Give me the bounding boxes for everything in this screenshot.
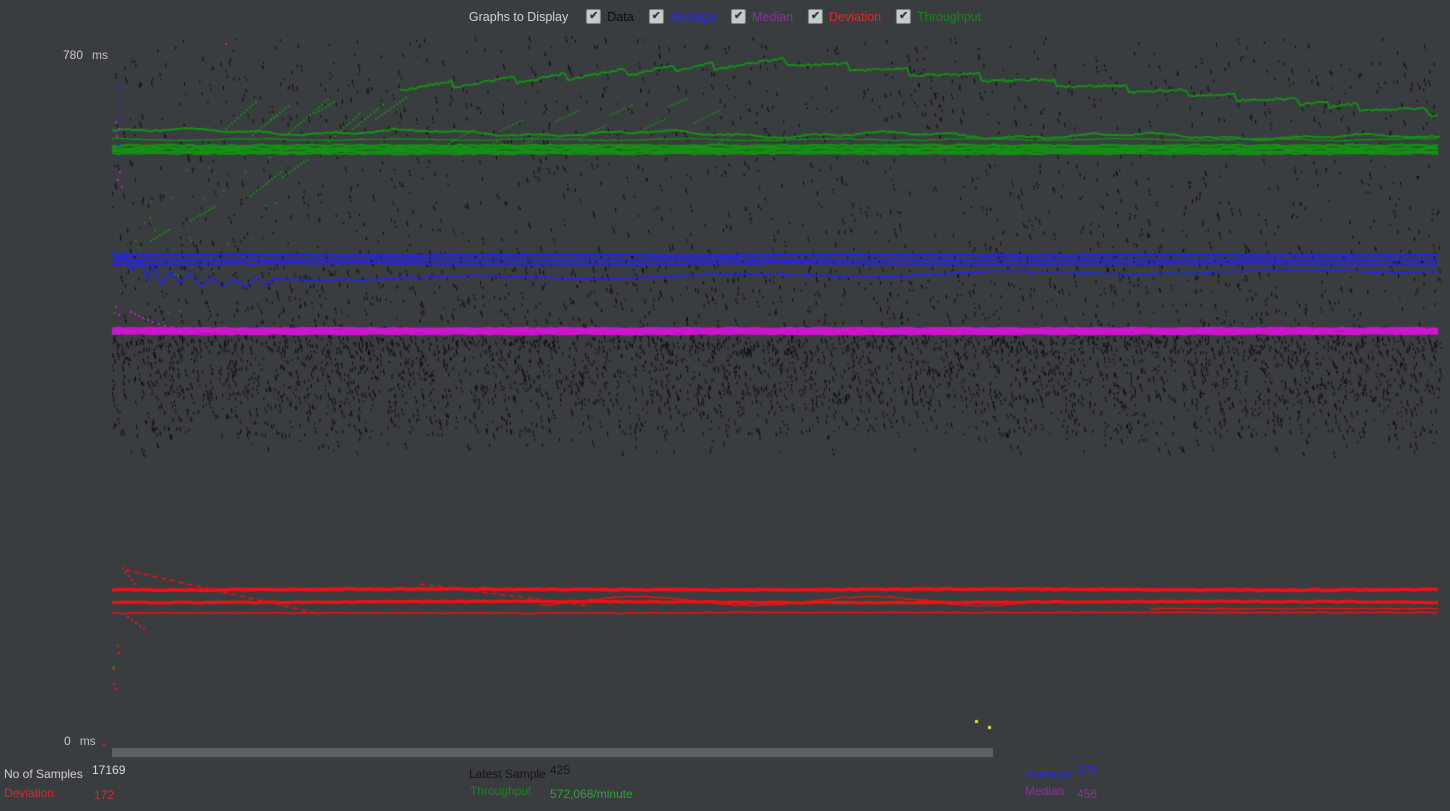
no-of-samples-label: No of Samples: [4, 767, 83, 781]
graph-plot-canvas: [0, 0, 1450, 811]
y-axis-min-value: 0: [64, 734, 71, 748]
graphs-to-display-bar: Graphs to Display ✔ Data ✔ Average ✔ Med…: [469, 9, 981, 24]
check-icon: ✔: [899, 11, 908, 22]
average-label: Average: [1025, 767, 1069, 781]
y-axis-max-value: 780: [63, 48, 83, 62]
median-label: Median: [1025, 784, 1064, 798]
check-icon: ✔: [734, 11, 743, 22]
graph-results-window: Graphs to Display ✔ Data ✔ Average ✔ Med…: [0, 0, 1450, 811]
median-value: 456: [1077, 787, 1097, 801]
checkbox-data[interactable]: ✔ Data: [586, 9, 633, 24]
throughput-value: 572,068/minute: [550, 787, 633, 801]
deviation-checkbox-box[interactable]: ✔: [808, 9, 823, 24]
data-checkbox-box[interactable]: ✔: [586, 9, 601, 24]
latest-sample-label: Latest Sample: [469, 767, 546, 781]
checkbox-deviation[interactable]: ✔ Deviation: [808, 9, 881, 24]
check-icon: ✔: [589, 11, 598, 22]
check-icon: ✔: [652, 11, 661, 22]
y-axis-min-label: 0 ms: [64, 734, 96, 748]
average-checkbox-box[interactable]: ✔: [649, 9, 664, 24]
checkbox-throughput[interactable]: ✔ Throughput: [896, 9, 981, 24]
deviation-label: Deviation: [4, 786, 54, 800]
deviation-checkbox-label: Deviation: [829, 10, 881, 24]
average-value: 539: [1077, 763, 1097, 777]
deviation-value: 172: [94, 788, 114, 802]
graphs-to-display-label: Graphs to Display: [469, 10, 568, 24]
y-axis-unit: ms: [80, 734, 96, 748]
average-checkbox-label: Average: [670, 10, 716, 24]
no-of-samples-value: 17169: [92, 763, 125, 777]
throughput-label: Throughput: [470, 784, 531, 798]
checkbox-median[interactable]: ✔ Median: [731, 9, 793, 24]
checkbox-average[interactable]: ✔ Average: [649, 9, 716, 24]
median-checkbox-box[interactable]: ✔: [731, 9, 746, 24]
y-axis-max-label: 780 ms: [63, 48, 108, 62]
throughput-checkbox-label: Throughput: [917, 10, 981, 24]
horizontal-scrollbar[interactable]: [112, 748, 993, 757]
data-checkbox-label: Data: [607, 10, 633, 24]
y-axis-unit: ms: [92, 48, 108, 62]
latest-sample-value: 425: [550, 763, 570, 777]
check-icon: ✔: [811, 11, 820, 22]
median-checkbox-label: Median: [752, 10, 793, 24]
throughput-checkbox-box[interactable]: ✔: [896, 9, 911, 24]
